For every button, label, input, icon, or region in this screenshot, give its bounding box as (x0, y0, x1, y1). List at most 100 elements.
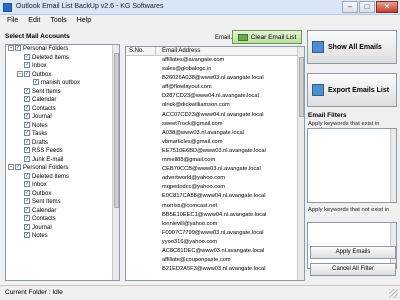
tree-scrollbar[interactable] (112, 45, 119, 280)
email-list-row[interactable]: 24B21ED2A5F3@www03.nl.avangate.local (126, 265, 304, 274)
folder-checkbox[interactable]: ✓ (24, 155, 30, 162)
email-list-row[interactable]: 14advertworld@yahoo.com (126, 174, 304, 183)
folder-tree-item[interactable]: ✓ Drafts (6, 138, 119, 148)
email-list-row[interactable]: 23affiliate@couponpaste.com (126, 256, 304, 265)
include-keywords-scrollbar[interactable] (390, 129, 396, 202)
email-list-row[interactable]: 20F0907C7799@www03.nl.avangate.local (126, 229, 304, 238)
expand-toggle-icon[interactable]: − (8, 164, 14, 171)
folder-checkbox[interactable]: ✓ (24, 104, 30, 111)
email-list-scrollbar-thumb[interactable] (299, 57, 304, 117)
folder-tree-item[interactable]: ✓ Sent Items (6, 87, 119, 97)
folder-tree-item[interactable]: − ✓ Personal Folders (6, 164, 119, 173)
app-icon (3, 3, 12, 12)
folder-checkbox[interactable]: ✓ (24, 113, 30, 120)
email-list-row[interactable]: 7ACC07CD23@www04.nl.avangate.local (126, 111, 304, 120)
email-list-row[interactable]: 5D287CD23@www04.nl.avangate.local (126, 92, 304, 101)
email-list-row[interactable]: 1affiliates@avangate.com (126, 56, 304, 65)
folder-tree-item[interactable]: ✓ Calendar (6, 206, 119, 216)
folder-tree-item[interactable]: ✓ Deleted Items (6, 172, 119, 182)
folder-tree-item[interactable]: ✓ Tasks (6, 130, 119, 139)
email-list-row[interactable]: 22AC8C81DEC@www03.nl.avangate.local (126, 247, 304, 256)
folder-checkbox[interactable]: ✓ (24, 62, 30, 69)
folder-checkbox[interactable]: ✓ (24, 138, 30, 145)
email-list-row[interactable]: 4aff@flowlayout.com (126, 83, 304, 92)
email-list-row[interactable]: 11EE7510E6BD@www03.nl.avangate.local (126, 147, 304, 156)
apply-emails-button[interactable]: Apply Emails (310, 246, 396, 259)
folder-tree-item[interactable]: ✓ Inbox (6, 62, 119, 71)
folder-tree-item[interactable]: ✓ Contacts (6, 104, 119, 114)
folder-checkbox[interactable]: ✓ (24, 53, 30, 60)
email-list-row[interactable]: 17morriss@comcast.net (126, 202, 304, 211)
folder-tree[interactable]: − ✓ Personal Folders ✓ Deleted Items ✓ Inbox − ✓… (5, 44, 120, 281)
folder-tree-item[interactable]: ✓ Sent Items (6, 198, 119, 207)
folder-checkbox[interactable]: ✓ (24, 147, 30, 154)
email-list-row[interactable]: 12mmell88@gmail.com (126, 156, 304, 165)
email-list-scrollbar[interactable] (297, 47, 304, 280)
resize-grip-icon[interactable] (389, 289, 398, 298)
column-header-email[interactable]: Email Address (156, 47, 304, 55)
menu-help[interactable]: Help (72, 15, 96, 28)
maximize-button[interactable]: □ (359, 1, 375, 13)
menu-tools[interactable]: Tools (45, 15, 71, 28)
email-list-row[interactable]: 15mqpedodcc@yahoo.com (126, 183, 304, 192)
folder-tree-item[interactable]: ✓ Deleted Items (6, 53, 119, 63)
email-list-row[interactable]: 18BB5E10EEC1@www04.nl.avangate.local (126, 211, 304, 220)
folder-tree-item[interactable]: ✓ Junk E-mail (6, 155, 119, 165)
folder-label: Tasks (32, 131, 48, 137)
include-keywords-input[interactable] (307, 128, 397, 203)
folder-tree-item[interactable]: ✓ Contacts (6, 215, 119, 224)
email-list-row[interactable]: 16E0C817CA88@www04.nl.avangate.local (126, 192, 304, 201)
export-emails-list-button[interactable]: Export Emails List (307, 73, 397, 107)
folder-checkbox[interactable]: ✓ (24, 181, 30, 188)
folder-tree-item[interactable]: − ✓ Personal Folders (6, 45, 119, 54)
folder-tree-item[interactable]: ✓ manish outbox (6, 79, 119, 88)
folder-tree-item[interactable]: ✓ Journal (6, 113, 119, 122)
show-all-emails-button[interactable]: Show All Emails (307, 30, 397, 64)
folder-tree-item[interactable]: ✓ Inbox (6, 181, 119, 190)
email-list-row[interactable]: 2sales@globalogc.in (126, 65, 304, 74)
email-filters-title: Email Filters (308, 112, 347, 119)
email-list-row[interactable]: 9A038@www03.nl.avangate.local (126, 129, 304, 138)
folder-checkbox[interactable]: ✓ (24, 189, 30, 196)
folder-checkbox[interactable]: ✓ (24, 215, 30, 222)
email-list-row[interactable]: 21yyoo316@yahoo.com (126, 238, 304, 247)
email-list-row[interactable]: 19lonnievill@yahoo.com (126, 220, 304, 229)
column-header-sno[interactable]: S.No. (126, 47, 156, 55)
folder-checkbox[interactable]: ✓ (24, 206, 30, 213)
folder-checkbox[interactable]: ✓ (24, 223, 30, 230)
folder-checkbox[interactable]: ✓ (24, 96, 30, 103)
folder-checkbox[interactable]: ✓ (15, 164, 21, 171)
email-list-row[interactable]: 8sweet7rock@gmail.com (126, 120, 304, 129)
folder-checkbox[interactable]: ✓ (24, 232, 30, 239)
folder-tree-item[interactable]: ✓ Notes (6, 232, 119, 241)
menu-edit[interactable]: Edit (23, 15, 45, 28)
folder-tree-item[interactable]: ✓ Journal (6, 223, 119, 233)
folder-checkbox[interactable]: ✓ (24, 87, 30, 94)
folder-tree-item[interactable]: ✓ Notes (6, 121, 119, 131)
folder-checkbox[interactable]: ✓ (24, 130, 30, 137)
expand-toggle-icon[interactable]: − (8, 45, 14, 52)
minimize-button[interactable]: – (342, 1, 358, 13)
email-list[interactable]: S.No. Email Address 1affiliates@avangate… (125, 46, 305, 281)
folder-tree-item[interactable]: ✓ Outbox (6, 189, 119, 199)
folder-tree-item[interactable]: − ✓ Outbox (6, 70, 119, 80)
email-list-row[interactable]: 10vbmarticles@gmail.com (126, 138, 304, 147)
folder-tree-item[interactable]: ✓ Calendar (6, 96, 119, 105)
folder-checkbox[interactable]: ✓ (15, 45, 21, 52)
email-row-address: affiliate@couponpaste.com (162, 257, 231, 264)
menu-file[interactable]: File (2, 15, 23, 28)
cancel-all-filter-button[interactable]: Cancel All Filter (310, 263, 396, 276)
email-list-row[interactable]: 3B26026A038@www03.nl.avangate.local (126, 74, 304, 83)
email-list-row[interactable]: 6olrick@dickwilliamson.com (126, 101, 304, 110)
folder-checkbox[interactable]: ✓ (24, 198, 30, 205)
clear-email-list-button[interactable]: Clear Email List (232, 30, 302, 44)
email-list-row[interactable]: 13CEB70CCB@www03.nl.avangate.local (126, 165, 304, 174)
folder-checkbox[interactable]: ✓ (24, 172, 30, 179)
expand-toggle-icon[interactable]: − (17, 70, 23, 77)
tree-scrollbar-thumb[interactable] (114, 53, 119, 208)
folder-tree-item[interactable]: ✓ RSS Feeds (6, 147, 119, 156)
folder-checkbox[interactable]: ✓ (24, 121, 30, 128)
folder-checkbox[interactable]: ✓ (33, 79, 39, 86)
close-button[interactable]: ✕ (376, 1, 398, 13)
folder-checkbox[interactable]: ✓ (24, 70, 30, 77)
